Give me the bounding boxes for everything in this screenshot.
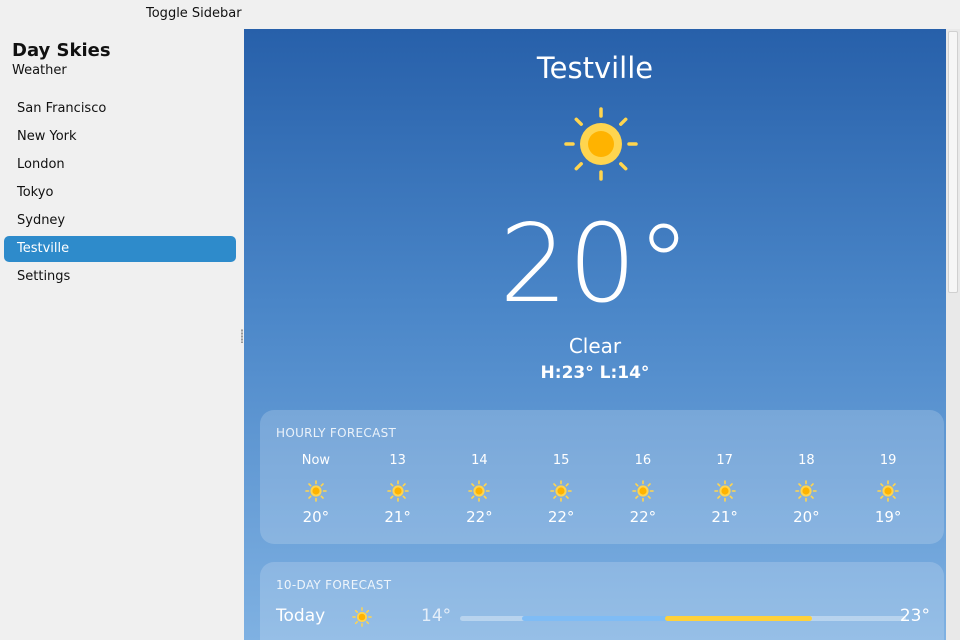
day-low-temperature: 14° [421, 606, 452, 626]
city-name: Testville [536, 51, 654, 85]
hour-temperature: 22° [629, 508, 657, 526]
hourly-item: 13 21° [357, 452, 439, 526]
temperature-range-warm-segment [665, 616, 813, 621]
hour-temperature: 22° [547, 508, 575, 526]
hourly-item: 14 22° [439, 452, 521, 526]
sun-icon [877, 480, 899, 502]
daily-forecast-card: 10-DAY FORECAST Today 14° 23° [260, 562, 944, 640]
scrollbar-thumb[interactable] [948, 31, 958, 293]
hour-temperature: 19° [874, 508, 902, 526]
temperature-range-cool-segment [522, 616, 670, 621]
hour-temperature: 20° [302, 508, 330, 526]
hour-label: 15 [552, 453, 570, 468]
app-subtitle: Weather [12, 63, 67, 78]
toggle-sidebar-button[interactable]: Toggle Sidebar [140, 4, 248, 24]
hour-label: 14 [471, 453, 488, 468]
hour-label: Now [301, 453, 331, 468]
hour-label: 18 [798, 453, 815, 468]
hour-temperature: 22° [466, 508, 493, 526]
sidebar-item-san-francisco[interactable]: San Francisco [4, 96, 236, 122]
current-condition: Clear [568, 334, 622, 358]
sun-icon [468, 480, 491, 502]
hourly-item: 17 21° [684, 452, 766, 526]
hour-temperature: 20° [793, 508, 820, 526]
sidebar-resize-handle[interactable] [241, 329, 243, 343]
day-high-temperature: 23° [899, 606, 930, 626]
sidebar-item-testville[interactable]: Testville [4, 236, 236, 262]
top-toolbar: Toggle Sidebar [0, 0, 960, 29]
sun-icon [386, 480, 409, 502]
sidebar-item-sydney[interactable]: Sydney [4, 208, 236, 234]
hourly-forecast-list: Now 20° 13 21° 14 22° 15 22° 16 22° 17 2… [275, 452, 929, 526]
app-title: Day Skies [12, 40, 111, 61]
weather-main-panel[interactable]: Testville 20° Clear H:23° L:14° HOURLY F… [244, 29, 946, 640]
hour-label: 19 [879, 453, 897, 468]
daily-forecast-title: 10-DAY FORECAST [276, 578, 392, 592]
daily-forecast-row: Today 14° 23° [276, 604, 930, 628]
sidebar-nav: San Francisco New York London Tokyo Sydn… [4, 96, 236, 292]
sun-icon [795, 480, 818, 502]
temperature-range-bar [460, 616, 906, 621]
hourly-item: 19 19° [847, 452, 929, 526]
sidebar: Day Skies Weather San Francisco New York… [0, 29, 244, 640]
hour-temperature: 21° [711, 508, 738, 526]
sidebar-item-new-york[interactable]: New York [4, 124, 236, 150]
current-temperature: 20° [499, 202, 691, 327]
hourly-item: Now 20° [275, 452, 357, 526]
day-name: Today [276, 606, 326, 626]
hour-temperature: 21° [384, 508, 411, 526]
sun-icon [713, 480, 736, 502]
hourly-forecast-card: HOURLY FORECAST Now 20° 13 21° 14 22° 15… [260, 410, 944, 544]
hourly-forecast-title: HOURLY FORECAST [276, 426, 397, 440]
hour-label: 13 [389, 453, 406, 468]
hourly-item: 16 22° [602, 452, 684, 526]
sun-icon [632, 480, 654, 502]
sun-icon [352, 607, 372, 627]
main-scrollbar[interactable] [946, 29, 960, 640]
sun-icon [550, 480, 572, 502]
sidebar-item-settings[interactable]: Settings [4, 264, 236, 290]
sidebar-item-tokyo[interactable]: Tokyo [4, 180, 236, 206]
hour-label: 17 [716, 453, 733, 468]
sidebar-item-london[interactable]: London [4, 152, 236, 178]
sun-icon [564, 107, 638, 181]
hourly-item: 18 20° [766, 452, 848, 526]
high-low-temperature: H:23° L:14° [540, 363, 650, 383]
sun-icon [305, 480, 327, 502]
hourly-item: 15 22° [520, 452, 602, 526]
hour-label: 16 [634, 453, 652, 468]
